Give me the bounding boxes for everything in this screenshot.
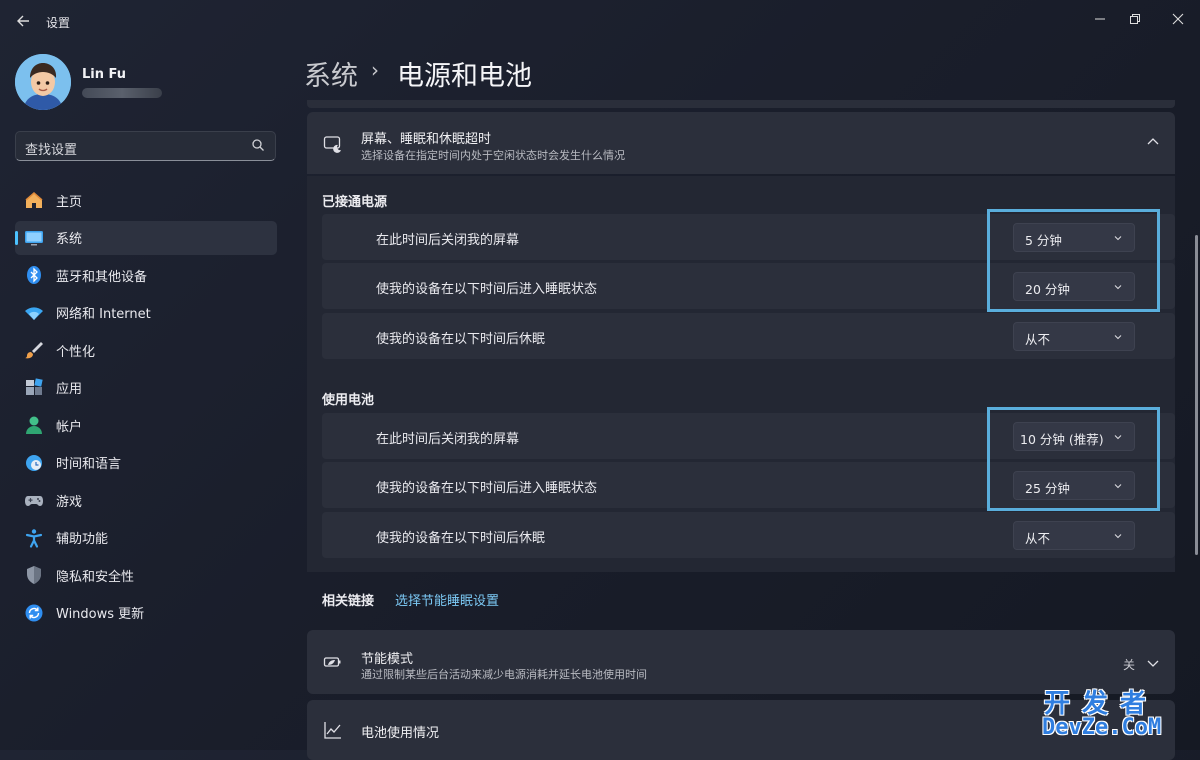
sidebar-item-label: 时间和语言 <box>56 457 122 472</box>
watermark-bottom: DevZe.CoM <box>1042 715 1162 740</box>
plugged-in-label: 已接通电源 <box>322 195 388 210</box>
sidebar-item-windows-update[interactable]: Windows 更新 <box>15 596 277 630</box>
energy-saver-status: 关 <box>1122 658 1135 672</box>
sidebar-item-label: 系统 <box>56 232 83 247</box>
sidebar-item-label: 隐私和安全性 <box>56 569 135 585</box>
sidebar-item-label: 帐户 <box>56 419 83 435</box>
screen-sleep-icon <box>323 136 341 153</box>
page-title: 电源和电池 <box>397 61 532 92</box>
search-placeholder: 查找设置 <box>25 143 78 158</box>
battery-usage-title: 电池使用情况 <box>361 726 440 741</box>
sidebar-item-label: 蓝牙和其他设备 <box>56 269 148 285</box>
line-chart-icon <box>324 722 341 739</box>
sidebar-item-label: 游戏 <box>56 494 83 510</box>
sidebar-nav: 主页 系统 蓝牙和其他设备 网络和 Internet 个性化 应用 帐户 时间和… <box>15 183 277 633</box>
plugged-hibernate-dropdown[interactable]: 从不 <box>1013 322 1135 351</box>
row-label: 使我的设备在以下时间后休眠 <box>376 332 546 347</box>
energy-saver-title: 节能模式 <box>361 652 414 667</box>
sidebar-item-network[interactable]: 网络和 Internet <box>15 296 277 330</box>
screen-sleep-subtitle: 选择设备在指定时间内处于空闲状态时会发生什么情况 <box>361 149 625 162</box>
sidebar-item-label: 网络和 Internet <box>56 307 151 322</box>
minimize-button[interactable] <box>1086 8 1114 30</box>
sidebar-item-label: Windows 更新 <box>56 607 145 622</box>
monitor-icon <box>24 228 44 248</box>
apps-icon <box>24 377 44 398</box>
sidebar-item-accessibility[interactable]: 辅助功能 <box>15 521 277 555</box>
battery-hibernate-row: 使我的设备在以下时间后休眠 从不 <box>322 512 1175 558</box>
chevron-down-icon <box>1114 534 1122 539</box>
minimize-icon <box>1095 18 1105 20</box>
app-title: 设置 <box>46 16 71 30</box>
search-icon <box>252 139 264 151</box>
account-icon <box>24 415 44 435</box>
scrollbar[interactable] <box>1195 235 1198 555</box>
dropdown-value: 从不 <box>1025 531 1051 546</box>
back-button[interactable] <box>12 10 34 32</box>
screen-sleep-title: 屏幕、睡眠和休眠超时 <box>361 132 492 147</box>
breadcrumb-separator: › <box>371 58 379 82</box>
screen-sleep-header[interactable]: 屏幕、睡眠和休眠超时 选择设备在指定时间内处于空闲状态时会发生什么情况 <box>307 112 1175 174</box>
search-input[interactable]: 查找设置 <box>15 131 276 161</box>
sidebar-item-system[interactable]: 系统 <box>15 220 277 255</box>
title-bar: 设置 <box>0 0 1200 44</box>
accessibility-icon <box>24 528 44 548</box>
row-label: 使我的设备在以下时间后进入睡眠状态 <box>376 481 598 496</box>
arrow-left-icon <box>17 15 29 27</box>
sidebar-item-label: 主页 <box>56 194 83 210</box>
previous-section-bottom <box>307 100 1175 108</box>
sidebar-item-label: 辅助功能 <box>56 532 109 547</box>
restore-button[interactable] <box>1121 8 1149 30</box>
row-label: 在此时间后关闭我的屏幕 <box>376 432 520 447</box>
chevron-up-icon[interactable] <box>1145 134 1161 150</box>
sidebar-item-bluetooth[interactable]: 蓝牙和其他设备 <box>15 258 277 292</box>
on-battery-label: 使用电池 <box>322 393 375 408</box>
brush-icon <box>24 340 44 360</box>
energy-saver-icon <box>323 657 341 667</box>
related-links-label: 相关链接 <box>322 594 375 609</box>
highlight-box-plugged <box>987 209 1160 312</box>
user-email-redacted <box>82 88 162 98</box>
plugged-hibernate-row: 使我的设备在以下时间后休眠 从不 <box>322 313 1175 359</box>
sidebar-item-personalization[interactable]: 个性化 <box>15 333 277 367</box>
avatar[interactable] <box>15 54 71 110</box>
sidebar-item-time-language[interactable]: 时间和语言 <box>15 446 277 480</box>
bluetooth-icon <box>24 265 44 285</box>
sidebar-item-label: 个性化 <box>56 344 96 360</box>
watermark: 开发者 DevZe.CoM <box>1040 683 1192 745</box>
avatar-image <box>15 54 71 110</box>
energy-sleep-link[interactable]: 选择节能睡眠设置 <box>395 590 499 609</box>
chevron-down-icon <box>1114 335 1122 340</box>
close-icon <box>1172 13 1184 25</box>
home-icon <box>24 190 44 210</box>
sidebar-item-apps[interactable]: 应用 <box>15 371 277 405</box>
breadcrumb-parent[interactable]: 系统 <box>304 54 358 93</box>
chevron-down-icon[interactable] <box>1145 655 1161 671</box>
sidebar-item-home[interactable]: 主页 <box>15 183 277 217</box>
shield-icon <box>24 565 44 585</box>
gamepad-icon <box>24 490 44 510</box>
sidebar-item-gaming[interactable]: 游戏 <box>15 483 277 517</box>
row-label: 在此时间后关闭我的屏幕 <box>376 233 520 248</box>
user-name: Lin Fu <box>82 67 127 82</box>
sidebar-item-label: 应用 <box>56 382 83 397</box>
sidebar-item-privacy[interactable]: 隐私和安全性 <box>15 558 277 592</box>
restore-icon <box>1130 14 1140 24</box>
close-button[interactable] <box>1164 8 1192 30</box>
battery-hibernate-dropdown[interactable]: 从不 <box>1013 521 1135 550</box>
highlight-box-battery <box>987 407 1160 511</box>
row-label: 使我的设备在以下时间后休眠 <box>376 531 546 546</box>
wifi-icon <box>24 303 44 323</box>
energy-saver-subtitle: 通过限制某些后台活动来减少电源消耗并延长电池使用时间 <box>361 668 647 681</box>
sidebar-item-accounts[interactable]: 帐户 <box>15 408 277 442</box>
dropdown-value: 从不 <box>1025 332 1051 347</box>
update-icon <box>24 603 44 623</box>
row-label: 使我的设备在以下时间后进入睡眠状态 <box>376 282 598 297</box>
clock-globe-icon <box>24 453 44 473</box>
